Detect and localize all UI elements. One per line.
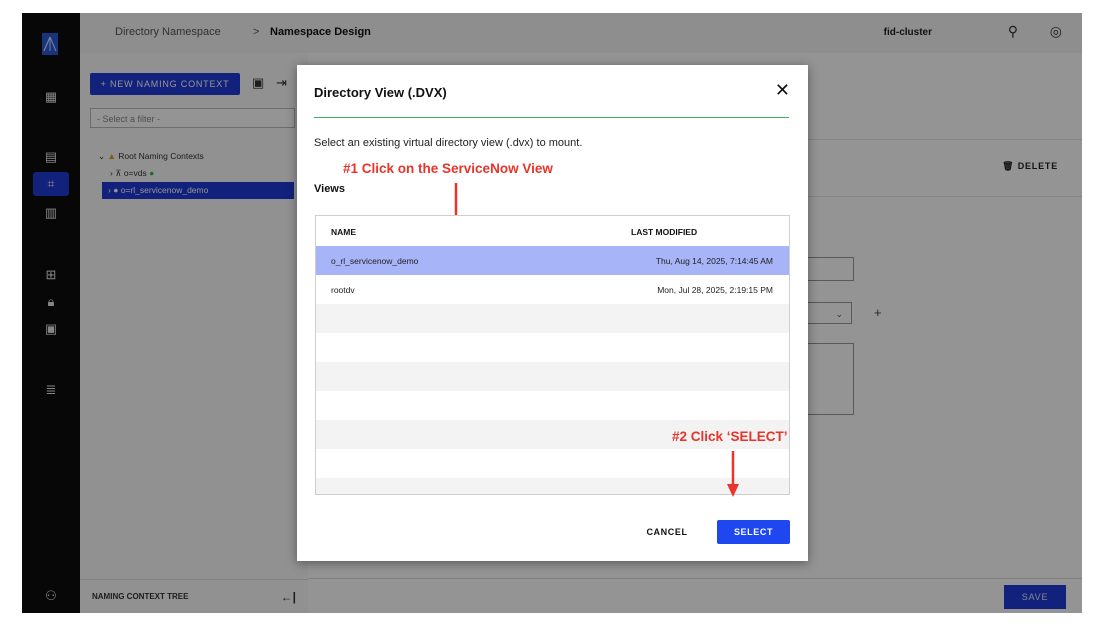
table-row[interactable]: rootdv Mon, Jul 28, 2025, 2:19:15 PM (316, 275, 789, 304)
table-header: NAME LAST MODIFIED (316, 216, 789, 247)
directory-view-dialog: Directory View (.DVX) ✕ Select an existi… (297, 65, 808, 561)
empty-row (316, 304, 789, 333)
close-icon[interactable]: ✕ (775, 80, 790, 101)
annotation-arrow-2 (727, 451, 739, 497)
table-row[interactable]: o_rl_servicenow_demo Thu, Aug 14, 2025, … (316, 246, 789, 275)
title-divider (314, 117, 789, 118)
empty-row (316, 478, 789, 494)
views-table: NAME LAST MODIFIED o_rl_servicenow_demo … (315, 215, 790, 495)
annotation-step1: #1 Click on the ServiceNow View (343, 161, 553, 176)
dialog-title: Directory View (.DVX) (314, 85, 447, 100)
dialog-description: Select an existing virtual directory vie… (314, 137, 583, 149)
row-name: o_rl_servicenow_demo (331, 256, 419, 266)
column-modified-header[interactable]: LAST MODIFIED (631, 227, 697, 237)
views-label: Views (314, 183, 345, 195)
row-modified: Thu, Aug 14, 2025, 7:14:45 AM (655, 256, 773, 266)
column-name-header[interactable]: NAME (331, 227, 356, 237)
row-name: rootdv (331, 285, 355, 295)
select-button[interactable]: SELECT (717, 520, 790, 544)
annotation-step2: #2 Click ‘SELECT’ (672, 429, 788, 444)
app-window: ▦ ▤ ⌗ ▥ ⊞ 🔒︎ ▣ ≣ ⚇ Directory Namespace >… (22, 13, 1082, 613)
row-modified: Mon, Jul 28, 2025, 2:19:15 PM (657, 285, 773, 295)
cancel-button[interactable]: CANCEL (642, 520, 692, 544)
empty-row (316, 362, 789, 391)
